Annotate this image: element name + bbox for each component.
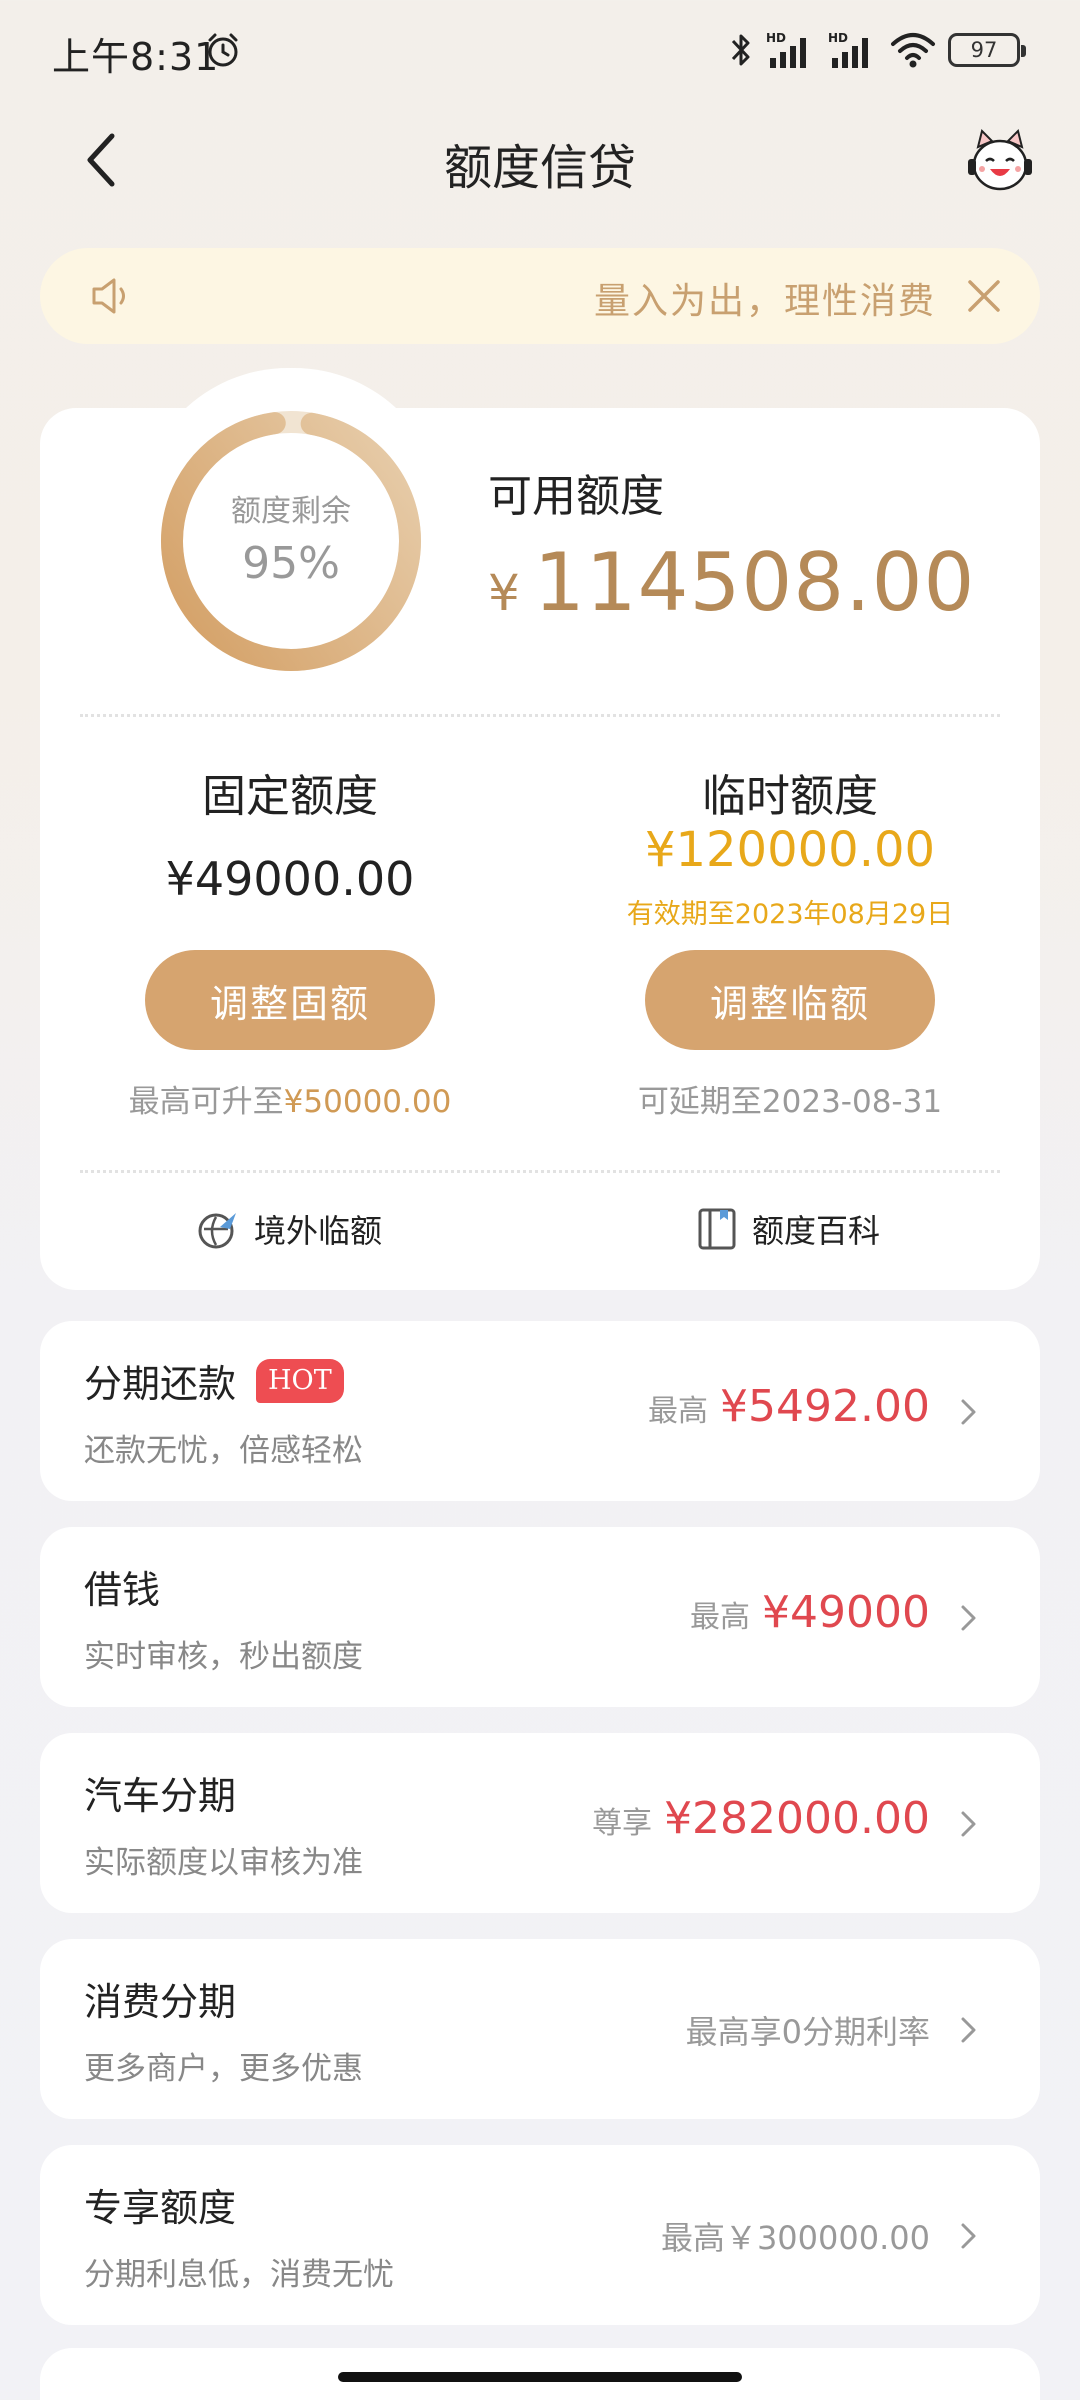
chevron-right-icon xyxy=(961,1811,976,1837)
book-icon xyxy=(698,1208,736,1250)
list-card-title: 消费分期 xyxy=(84,1980,237,2024)
list-card-value: 最高 ¥5492.00 xyxy=(648,1381,930,1432)
adjust-fixed-button[interactable]: 调整固额 xyxy=(145,950,435,1050)
list-card-title: 分期还款 HOT xyxy=(84,1353,344,1408)
notice-text: 量入为出，理性消费 xyxy=(593,281,936,322)
value-amount: ¥282000.00 xyxy=(664,1793,930,1844)
list-card-value: 最高￥300000.00 xyxy=(661,2213,930,2259)
list-card-subtitle: 更多商户，更多优惠 xyxy=(84,2051,363,2087)
chevron-right-icon xyxy=(961,1605,976,1631)
home-indicator[interactable] xyxy=(338,2372,742,2382)
divider xyxy=(80,1170,1000,1173)
wiki-label: 额度百科 xyxy=(752,1212,881,1250)
list-card-subtitle: 实际额度以审核为准 xyxy=(84,1845,363,1881)
list-card-subtitle: 还款无忧，倍感轻松 xyxy=(84,1433,363,1469)
temp-amount: ¥120000.00 xyxy=(644,822,936,878)
mascot-icon[interactable] xyxy=(964,125,1036,197)
credit-wiki-link[interactable]: 额度百科 xyxy=(696,1206,880,1252)
available-amount: ¥ 114508.00 xyxy=(488,536,975,629)
chevron-right-icon xyxy=(961,1399,976,1425)
speaker-icon xyxy=(92,278,125,314)
fixed-title: 固定额度 xyxy=(202,771,378,822)
status-time: 上午8:31 xyxy=(52,35,220,79)
overseas-label: 境外临额 xyxy=(254,1212,383,1250)
hd-signal-icon: HD xyxy=(766,31,806,68)
bluetooth-icon xyxy=(731,34,750,66)
svg-text:HD: HD xyxy=(828,31,848,45)
battery-indicator: 97 xyxy=(948,33,1026,67)
list-card-consumer-installment[interactable]: 消费分期 更多商户，更多优惠 最高享0分期利率 xyxy=(40,1939,1040,2119)
adjust-temp-button[interactable]: 调整临额 xyxy=(645,950,935,1050)
status-bar: 上午8:31 HD HD 97 xyxy=(0,0,1080,100)
available-label: 可用额度 xyxy=(488,471,664,522)
close-icon[interactable] xyxy=(962,274,1006,318)
list-card-value: 最高享0分期利率 xyxy=(686,2007,930,2053)
list-card-title: 借钱 xyxy=(84,1568,161,1612)
value-text: 最高￥300000.00 xyxy=(660,2219,930,2257)
list-card-title-text: 分期还款 xyxy=(84,1362,237,1406)
ring-label: 额度剩余 xyxy=(231,494,351,529)
divider xyxy=(80,714,1000,717)
notice-bar: 量入为出，理性消费 xyxy=(40,248,1040,344)
wifi-icon xyxy=(891,33,935,68)
list-card-subtitle: 分期利息低，消费无忧 xyxy=(84,2257,394,2293)
list-card-value: 尊享 ¥282000.00 xyxy=(592,1793,930,1844)
list-card-subtitle: 实时审核，秒出额度 xyxy=(84,1639,363,1675)
list-card-title: 汽车分期 xyxy=(84,1774,237,1818)
list-card-installment-repay[interactable]: 分期还款 HOT 还款无忧，倍感轻松 最高 ¥5492.00 xyxy=(40,1321,1040,1501)
nav-bar: 额度信贷 xyxy=(0,110,1080,210)
svg-text:HD: HD xyxy=(766,31,786,45)
list-card-exclusive-credit[interactable]: 专享额度 分期利息低，消费无忧 最高￥300000.00 xyxy=(40,2145,1040,2325)
fixed-max-value: ¥50000.00 xyxy=(283,1084,452,1120)
hot-badge: HOT xyxy=(256,1358,344,1403)
value-prefix: 最高 xyxy=(690,1600,751,1635)
value-prefix: 最高 xyxy=(648,1394,709,1429)
alarm-icon xyxy=(208,33,238,67)
temp-extend-note: 可延期至2023-08-31 xyxy=(637,1084,943,1120)
overseas-temp-link[interactable]: 境外临额 xyxy=(196,1206,382,1252)
value-text: 最高享0分期利率 xyxy=(685,2013,930,2051)
page-title: 额度信贷 xyxy=(443,140,636,196)
available-currency: ¥ xyxy=(488,564,520,622)
value-amount: ¥49000 xyxy=(762,1587,930,1638)
temp-valid-date: 有效期至2023年08月29日 xyxy=(626,899,954,930)
list-card-borrow[interactable]: 借钱 实时审核，秒出额度 最高 ¥49000 xyxy=(40,1527,1040,1707)
value-prefix: 尊享 xyxy=(592,1806,653,1841)
overseas-icon xyxy=(198,1213,236,1249)
temp-title: 临时额度 xyxy=(702,771,878,822)
fixed-max-note: 最高可升至¥50000.00 xyxy=(80,1076,500,1121)
chevron-right-icon xyxy=(961,2223,976,2249)
available-value: 114508.00 xyxy=(533,536,976,629)
fixed-amount: ¥49000.00 xyxy=(165,852,415,906)
value-amount: ¥5492.00 xyxy=(720,1381,930,1432)
hd-signal-icon: HD xyxy=(828,31,868,68)
status-icons: HD HD 97 xyxy=(728,30,1026,70)
list-card-title: 专享额度 xyxy=(84,2186,237,2230)
fixed-max-prefix: 最高可升至 xyxy=(128,1084,284,1120)
list-card-car-installment[interactable]: 汽车分期 实际额度以审核为准 尊享 ¥282000.00 xyxy=(40,1733,1040,1913)
chevron-right-icon xyxy=(961,2017,976,2043)
list-card-value: 最高 ¥49000 xyxy=(690,1587,930,1638)
ring-percent: 95% xyxy=(242,538,340,589)
